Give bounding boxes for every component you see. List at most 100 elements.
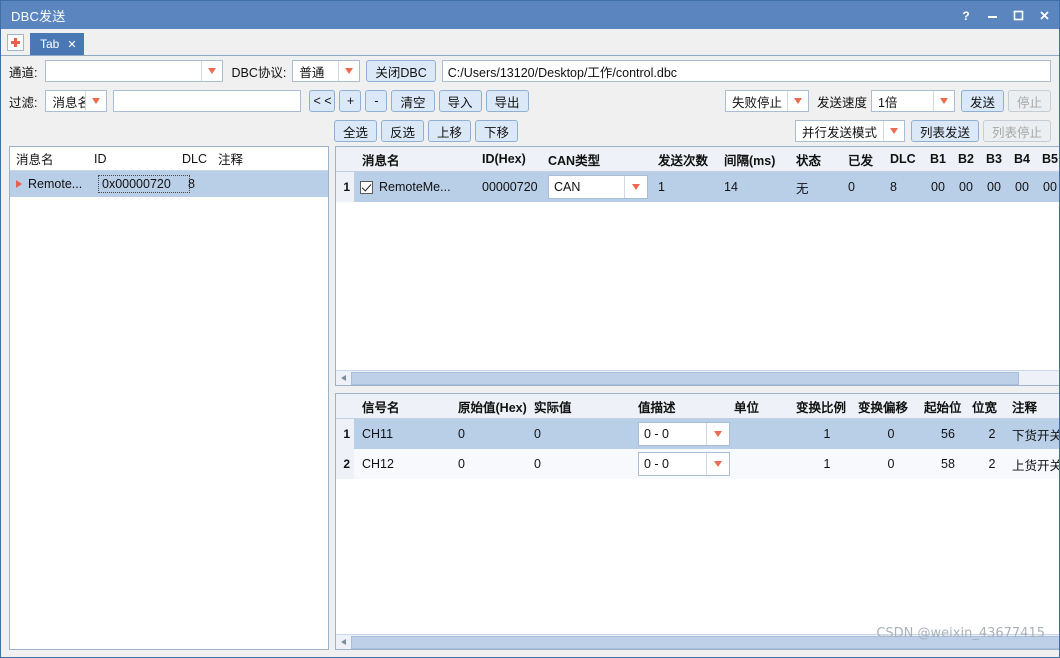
signal-hscroll-track[interactable] [351,636,1059,649]
message-tree[interactable]: 消息名 ID DLC 注释 Remote... 0x00000720 8 [9,146,329,650]
message-row-b1[interactable]: 00 [924,180,952,194]
invert-selection-button[interactable]: 反选 [381,120,424,142]
chevron-down-icon[interactable] [201,61,222,81]
message-row-b5[interactable]: 00 [1036,180,1059,194]
chevron-down-icon[interactable] [933,91,954,111]
value-desc-select-value: 0 - 0 [639,423,706,445]
export-button[interactable]: 导出 [486,90,529,112]
signal-grid-header-name: 信号名 [354,397,458,416]
tab-close-icon[interactable]: ✕ [67,38,76,51]
message-grid[interactable]: 消息名 ID(Hex) CAN类型 发送次数 间隔(ms) 状态 已发 DLC … [335,146,1059,386]
filter-text-input[interactable] [113,90,301,112]
filter-field-select[interactable]: 消息名 [45,90,107,112]
value-desc-select[interactable]: 0 - 0 [638,452,730,476]
message-grid-hscrollbar[interactable] [336,370,1059,385]
dbc-protocol-select[interactable]: 普通 [292,60,360,82]
add-tab-button[interactable] [7,34,24,51]
message-hscroll-track[interactable] [351,372,1059,385]
message-grid-body: 1 RemoteMe... 00000720 CAN 1 [336,172,1059,370]
signal-row-startbit: 56 [924,427,972,441]
signal-row-offset: 0 [858,427,924,441]
parallel-mode-select-value: 并行发送模式 [796,121,883,141]
dbc-path-input[interactable]: C:/Users/13120/Desktop/工作/control.dbc [442,60,1051,82]
table-row[interactable]: 1 CH11 0 0 0 - 0 1 0 56 [336,419,1059,449]
table-row[interactable]: 1 RemoteMe... 00000720 CAN 1 [336,172,1059,202]
message-grid-header-sendcount: 发送次数 [658,150,724,169]
message-tree-header: 消息名 ID DLC 注释 [10,147,328,171]
tree-cell-id[interactable]: 0x00000720 [100,177,188,191]
message-hscroll-thumb[interactable] [351,372,1019,385]
signal-row-actual[interactable]: 0 [534,457,638,471]
move-up-button[interactable]: 上移 [428,120,471,142]
toolbar: 通道: DBC协议: 普通 关闭DBC C:/Users/13120/Deskt… [1,56,1059,146]
signal-row-raw[interactable]: 0 [458,457,534,471]
fail-stop-select-value: 失败停止 [726,91,787,111]
minimize-icon[interactable] [979,3,1005,27]
import-button[interactable]: 导入 [439,90,482,112]
window-title: DBC发送 [11,6,953,25]
list-stop-button[interactable]: 列表停止 [983,120,1051,142]
signal-grid-header-note: 注释 [1012,397,1059,416]
maximize-icon[interactable] [1005,3,1031,27]
content-area: 消息名 ID DLC 注释 Remote... 0x00000720 8 [1,146,1059,657]
parallel-mode-select[interactable]: 并行发送模式 [795,120,905,142]
signal-row-actual[interactable]: 0 [534,427,638,441]
fail-stop-select[interactable]: 失败停止 [725,90,809,112]
signal-row-startbit: 58 [924,457,972,471]
signal-row-raw[interactable]: 0 [458,427,534,441]
remove-row-button[interactable]: - [365,90,387,112]
message-grid-header-rownum [336,147,354,171]
expand-arrow-icon[interactable] [16,180,22,188]
table-row[interactable]: 2 CH12 0 0 0 - 0 1 0 58 [336,449,1059,479]
message-row-interval: 14 [724,180,796,194]
tab-item-tab[interactable]: Tab ✕ [30,33,84,55]
message-row-b3[interactable]: 00 [980,180,1008,194]
message-row-status: 无 [796,178,848,197]
signal-grid[interactable]: 信号名 原始值(Hex) 实际值 值描述 单位 变换比例 变换偏移 起始位 位宽… [335,393,1059,650]
move-down-button[interactable]: 下移 [475,120,518,142]
send-button[interactable]: 发送 [961,90,1004,112]
message-row-b2[interactable]: 00 [952,180,980,194]
chevron-down-icon[interactable] [883,121,904,141]
signal-hscroll-thumb[interactable] [351,636,1059,649]
send-speed-select[interactable]: 1倍 [871,90,955,112]
tree-header-id: ID [94,152,182,166]
toolbar-row-channel: 通道: DBC协议: 普通 关闭DBC C:/Users/13120/Deskt… [9,56,1051,86]
list-send-button[interactable]: 列表发送 [911,120,979,142]
scroll-left-icon[interactable] [336,635,351,650]
stop-button[interactable]: 停止 [1008,90,1051,112]
title-bar: DBC发送 ? [1,1,1059,29]
message-row-number: 1 [336,172,354,202]
scroll-left-icon[interactable] [336,371,351,386]
chevron-down-icon[interactable] [787,91,808,111]
chevron-down-icon[interactable] [706,423,729,445]
chevron-down-icon[interactable] [624,176,647,198]
svg-text:?: ? [962,9,969,22]
dbc-protocol-select-value: 普通 [293,61,338,81]
message-grid-header-interval: 间隔(ms) [724,150,796,169]
can-type-select[interactable]: CAN [548,175,648,199]
add-row-button[interactable]: + [339,90,361,112]
tab-strip: Tab ✕ [1,29,1059,56]
signal-grid-header-valuedesc: 值描述 [638,397,734,416]
help-icon[interactable]: ? [953,3,979,27]
value-desc-select[interactable]: 0 - 0 [638,422,730,446]
close-dbc-button[interactable]: 关闭DBC [366,60,435,82]
message-row-b4[interactable]: 00 [1008,180,1036,194]
clear-button[interactable]: 清空 [391,90,434,112]
chevron-down-icon[interactable] [706,453,729,475]
select-all-button[interactable]: 全选 [334,120,377,142]
channel-select[interactable] [45,60,223,82]
message-row-checkbox[interactable] [360,181,373,194]
message-grid-header-cantype: CAN类型 [548,150,658,169]
message-row-dlc: 8 [890,180,924,194]
signal-grid-header-raw: 原始值(Hex) [458,397,534,416]
signal-grid-header-bitwidth: 位宽 [972,397,1012,416]
tree-row[interactable]: Remote... 0x00000720 8 [10,171,328,197]
chevron-down-icon[interactable] [338,61,359,81]
close-icon[interactable] [1031,3,1057,27]
collapse-button[interactable]: < < [309,90,335,112]
chevron-down-icon[interactable] [85,91,106,111]
signal-grid-header-startbit: 起始位 [924,397,972,416]
signal-grid-hscrollbar[interactable] [336,634,1059,649]
